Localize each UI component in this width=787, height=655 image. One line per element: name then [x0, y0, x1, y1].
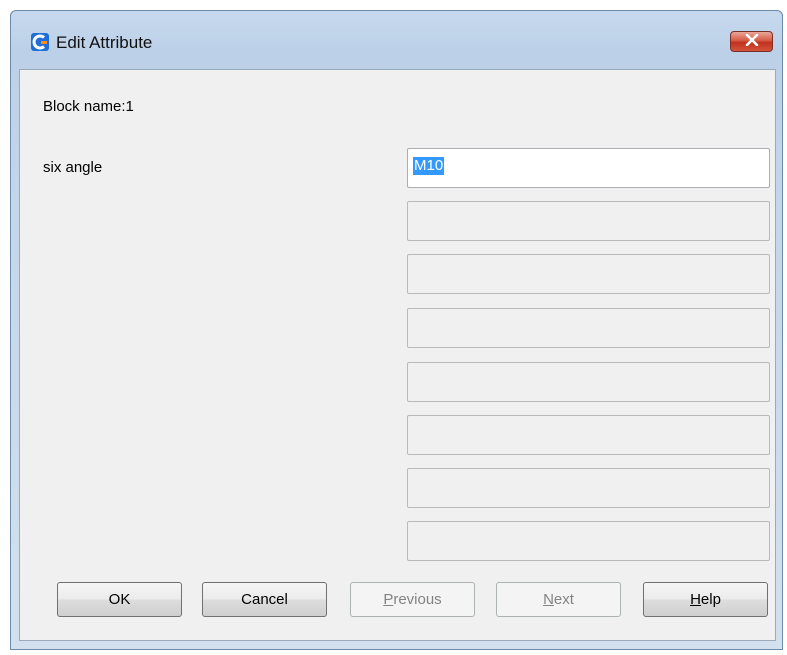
cancel-button[interactable]: Cancel — [202, 582, 327, 617]
next-mnemonic: N — [543, 591, 554, 608]
empty-attribute-field — [407, 308, 770, 348]
edit-attribute-window: Edit Attribute Block name: 1 six angle M1… — [10, 10, 783, 650]
attribute-value-text: M10 — [413, 157, 445, 175]
close-icon — [745, 33, 759, 51]
empty-attribute-field — [407, 362, 770, 402]
help-button[interactable]: Help — [643, 582, 768, 617]
ok-button[interactable]: OK — [57, 582, 182, 617]
empty-attribute-field — [407, 415, 770, 455]
empty-attribute-field — [407, 254, 770, 294]
next-button: Next — [496, 582, 621, 617]
empty-attribute-field — [407, 468, 770, 508]
previous-label: revious — [393, 591, 442, 608]
dialog-body: Block name: 1 six angle M10 OK Cancel Pre… — [19, 69, 776, 641]
app-logo-icon — [31, 33, 49, 51]
title-bar[interactable]: Edit Attribute — [11, 11, 782, 69]
help-label: elp — [700, 591, 721, 608]
block-name-label: Block name: — [43, 98, 126, 115]
previous-mnemonic: P — [383, 591, 394, 608]
attribute-value-input[interactable]: M10 — [407, 148, 770, 188]
close-button[interactable] — [730, 31, 773, 52]
attribute-prompt: six angle — [43, 159, 103, 176]
block-name-value: 1 — [125, 98, 134, 115]
previous-button: Previous — [350, 582, 475, 617]
empty-attribute-field — [407, 201, 770, 241]
help-mnemonic: H — [690, 591, 701, 608]
next-label: ext — [553, 591, 574, 608]
window-title: Edit Attribute — [56, 33, 153, 52]
block-name: Block name: 1 — [43, 98, 134, 115]
empty-attribute-field — [407, 521, 770, 561]
